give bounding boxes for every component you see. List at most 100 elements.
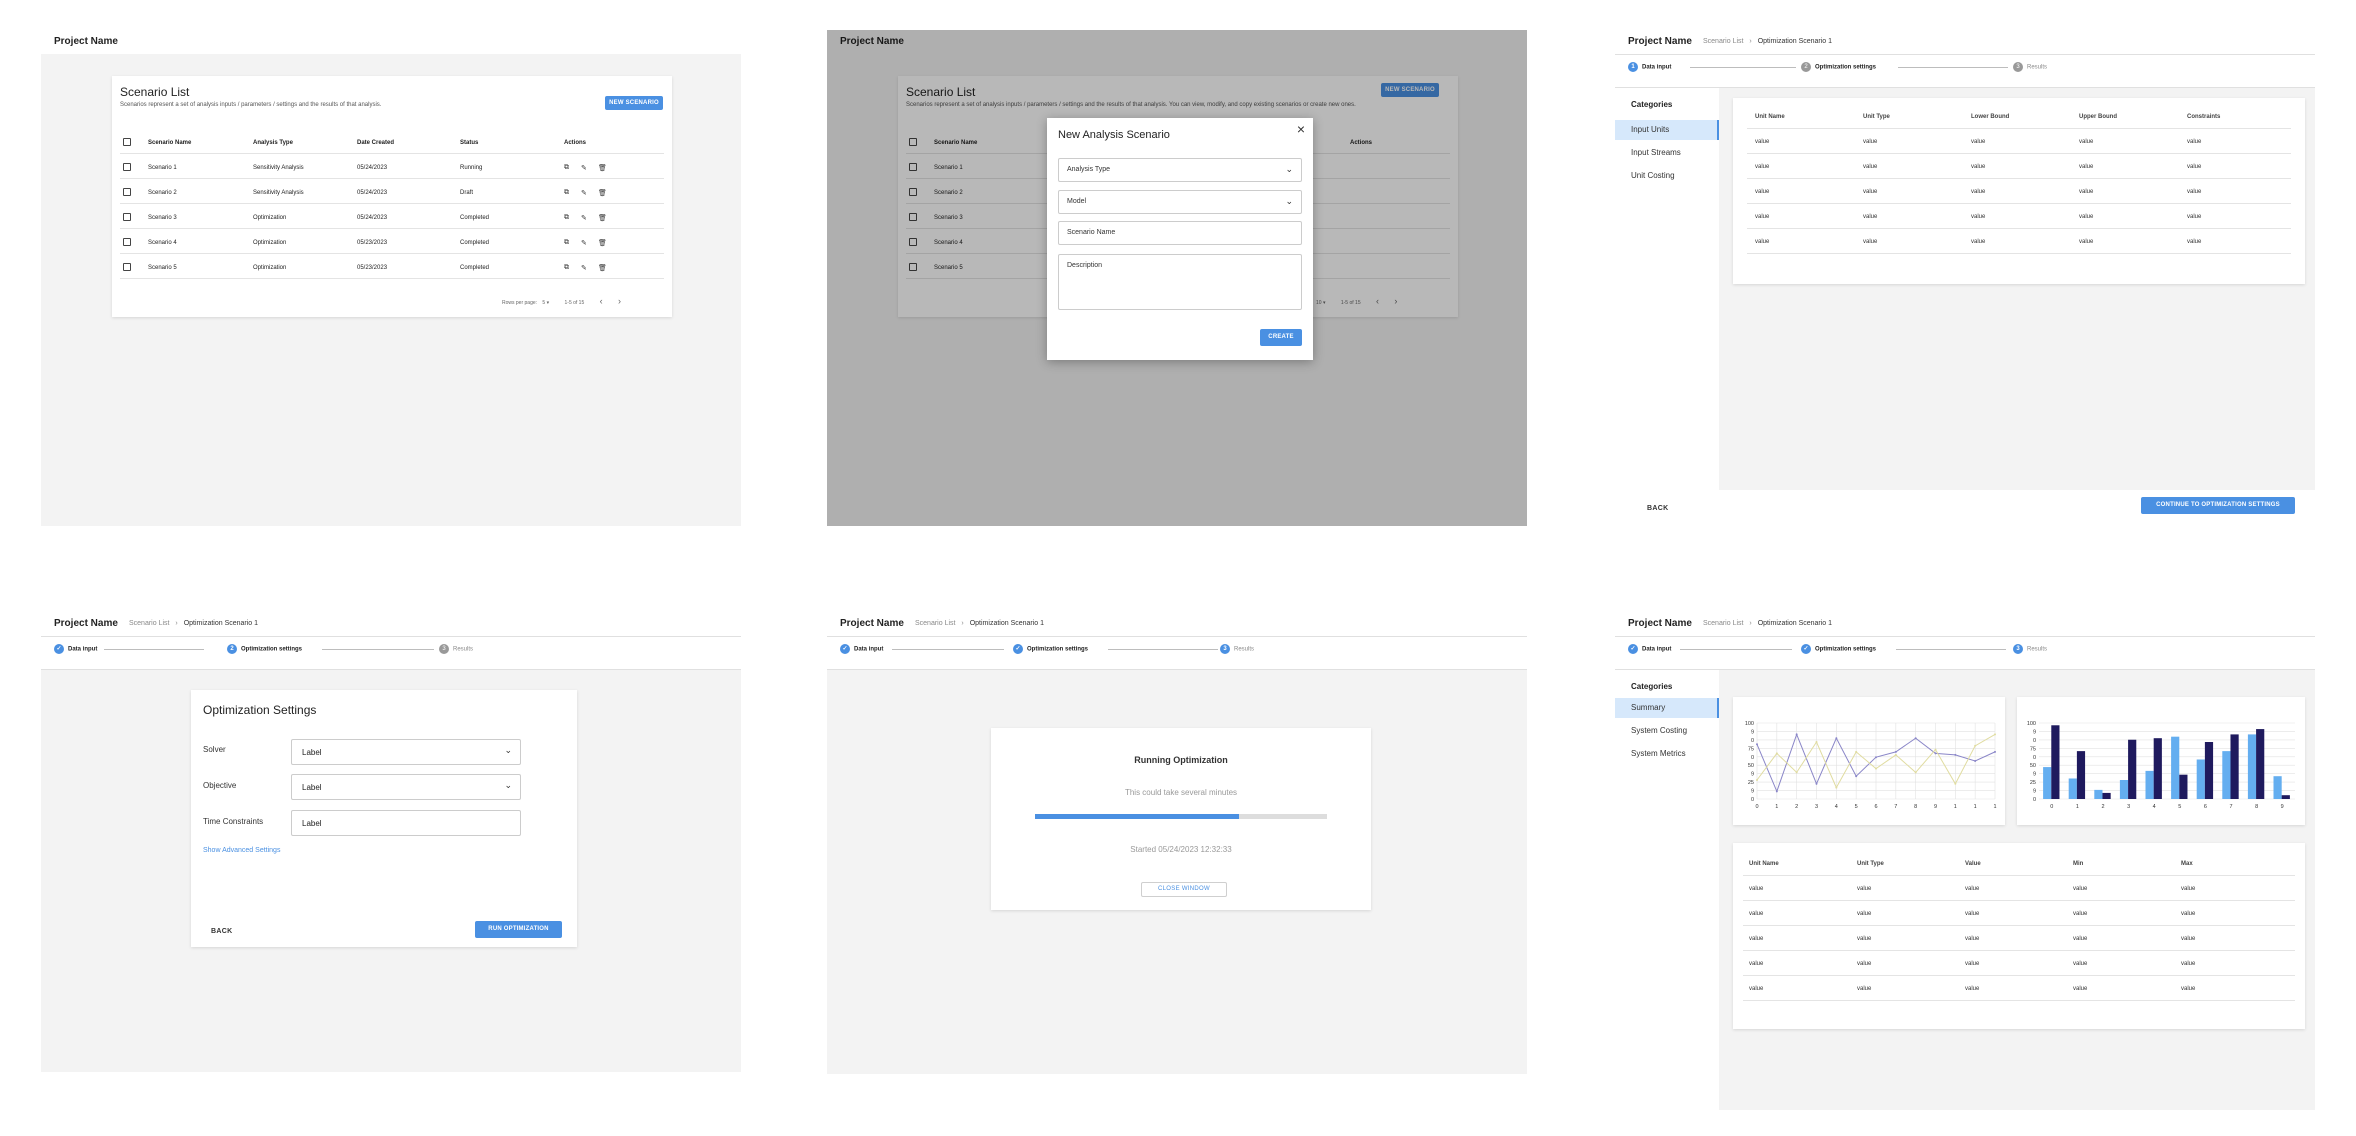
table-row[interactable]: value value value value value bbox=[1747, 129, 2291, 154]
table-cell[interactable]: value bbox=[1863, 214, 1877, 220]
show-advanced-settings-link[interactable]: Show Advanced Settings bbox=[203, 847, 280, 854]
step-data-input[interactable]: ✓ Data input bbox=[840, 644, 883, 654]
continue-button[interactable]: CONTINUE TO OPTIMIZATION SETTINGS bbox=[2141, 497, 2295, 514]
select-all-checkbox[interactable] bbox=[123, 138, 131, 146]
run-optimization-button[interactable]: RUN OPTIMIZATION bbox=[475, 921, 562, 938]
table-cell[interactable]: value bbox=[2187, 239, 2201, 245]
step-results[interactable]: 3 Results bbox=[2013, 62, 2047, 72]
create-button[interactable]: CREATE bbox=[1260, 329, 1302, 346]
category-system-metrics[interactable]: System Metrics bbox=[1615, 744, 1719, 764]
copy-icon[interactable]: ⧉ bbox=[564, 239, 569, 247]
table-cell[interactable]: value bbox=[2079, 239, 2093, 245]
table-cell[interactable]: value bbox=[2079, 139, 2093, 145]
copy-icon[interactable]: ⧉ bbox=[564, 264, 569, 272]
row-checkbox[interactable] bbox=[123, 188, 131, 196]
table-row[interactable]: value value value value value bbox=[1743, 901, 2295, 926]
solver-select[interactable]: Label ⌄ bbox=[291, 739, 521, 765]
table-cell[interactable]: value bbox=[1755, 164, 1769, 170]
step-data-input[interactable]: ✓ Data input bbox=[54, 644, 97, 654]
column-header[interactable]: Date Created bbox=[357, 140, 394, 146]
table-cell[interactable]: value bbox=[2187, 139, 2201, 145]
step-optimization-settings[interactable]: 2 Optimization settings bbox=[227, 644, 302, 654]
table-cell[interactable]: value bbox=[2187, 214, 2201, 220]
prev-page-icon[interactable]: ‹ bbox=[600, 296, 603, 306]
row-checkbox[interactable] bbox=[123, 163, 131, 171]
table-cell[interactable]: value bbox=[1971, 239, 1985, 245]
table-cell[interactable]: value bbox=[2079, 164, 2093, 170]
table-cell[interactable]: value bbox=[1863, 189, 1877, 195]
category-unit-costing[interactable]: Unit Costing bbox=[1615, 166, 1719, 186]
column-header[interactable]: Status bbox=[460, 140, 478, 146]
table-cell[interactable]: value bbox=[1971, 164, 1985, 170]
time-constraints-input[interactable]: Label bbox=[291, 810, 521, 836]
category-input-units[interactable]: Input Units bbox=[1615, 120, 1719, 140]
table-row[interactable]: value value value value value bbox=[1743, 951, 2295, 976]
step-optimization-settings[interactable]: ✓ Optimization settings bbox=[1013, 644, 1088, 654]
row-checkbox[interactable] bbox=[123, 263, 131, 271]
edit-icon[interactable]: ✎ bbox=[581, 189, 587, 197]
analysis-type-select[interactable]: Analysis Type ⌄ bbox=[1058, 158, 1302, 182]
table-cell[interactable]: value bbox=[2187, 189, 2201, 195]
breadcrumb-root[interactable]: Scenario List bbox=[1703, 38, 1743, 45]
table-cell[interactable]: value bbox=[1863, 239, 1877, 245]
table-row[interactable]: value value value value value bbox=[1747, 204, 2291, 229]
table-row[interactable]: Scenario 2 Sensitivity Analysis 05/24/20… bbox=[120, 180, 664, 204]
new-scenario-button[interactable]: NEW SCENARIO bbox=[605, 96, 663, 110]
table-cell[interactable]: value bbox=[1755, 239, 1769, 245]
table-row[interactable]: value value value value value bbox=[1747, 179, 2291, 204]
table-cell[interactable]: value bbox=[1755, 189, 1769, 195]
scenario-name-input[interactable]: Scenario Name bbox=[1058, 221, 1302, 245]
table-row[interactable]: value value value value value bbox=[1743, 976, 2295, 1001]
delete-icon[interactable]: 🗑 bbox=[598, 164, 607, 172]
model-select[interactable]: Model ⌄ bbox=[1058, 190, 1302, 214]
table-row[interactable]: value value value value value bbox=[1743, 876, 2295, 901]
table-row[interactable]: Scenario 1 Sensitivity Analysis 05/24/20… bbox=[120, 155, 664, 179]
close-icon[interactable]: × bbox=[1297, 121, 1305, 137]
column-header[interactable]: Scenario Name bbox=[148, 140, 191, 146]
category-summary[interactable]: Summary bbox=[1615, 698, 1719, 718]
back-button[interactable]: BACK bbox=[1647, 505, 1668, 512]
step-optimization-settings[interactable]: 2 Optimization settings bbox=[1801, 62, 1876, 72]
table-cell[interactable]: value bbox=[1971, 214, 1985, 220]
row-checkbox[interactable] bbox=[123, 238, 131, 246]
delete-icon[interactable]: 🗑 bbox=[598, 239, 607, 247]
table-row[interactable]: value value value value value bbox=[1747, 154, 2291, 179]
table-cell[interactable]: value bbox=[1863, 164, 1877, 170]
step-results[interactable]: 3 Results bbox=[1220, 644, 1254, 654]
step-data-input[interactable]: 1 Data input bbox=[1628, 62, 1671, 72]
table-cell[interactable]: value bbox=[1755, 214, 1769, 220]
objective-select[interactable]: Label ⌄ bbox=[291, 774, 521, 800]
chevron-down-icon[interactable]: ▾ bbox=[547, 300, 550, 306]
back-button[interactable]: BACK bbox=[211, 928, 232, 935]
table-row[interactable]: Scenario 3 Optimization 05/24/2023 Compl… bbox=[120, 205, 664, 229]
close-window-button[interactable]: CLOSE WINDOW bbox=[1141, 882, 1227, 897]
edit-icon[interactable]: ✎ bbox=[581, 239, 587, 247]
table-row[interactable]: value value value value value bbox=[1743, 926, 2295, 951]
copy-icon[interactable]: ⧉ bbox=[564, 189, 569, 197]
delete-icon[interactable]: 🗑 bbox=[598, 214, 607, 222]
table-cell[interactable]: value bbox=[2079, 214, 2093, 220]
category-input-streams[interactable]: Input Streams bbox=[1615, 143, 1719, 163]
table-cell[interactable]: value bbox=[2079, 189, 2093, 195]
row-checkbox[interactable] bbox=[123, 213, 131, 221]
edit-icon[interactable]: ✎ bbox=[581, 214, 587, 222]
rows-per-page-select[interactable]: 5 bbox=[542, 300, 545, 306]
step-data-input[interactable]: ✓ Data input bbox=[1628, 644, 1671, 654]
delete-icon[interactable]: 🗑 bbox=[598, 264, 607, 272]
step-optimization-settings[interactable]: ✓ Optimization settings bbox=[1801, 644, 1876, 654]
breadcrumb-root[interactable]: Scenario List bbox=[915, 620, 955, 627]
table-cell[interactable]: value bbox=[1755, 139, 1769, 145]
table-cell[interactable]: value bbox=[1971, 139, 1985, 145]
table-row[interactable]: value value value value value bbox=[1747, 229, 2291, 254]
copy-icon[interactable]: ⧉ bbox=[564, 214, 569, 222]
step-results[interactable]: 3 Results bbox=[439, 644, 473, 654]
table-row[interactable]: Scenario 4 Optimization 05/23/2023 Compl… bbox=[120, 230, 664, 254]
table-cell[interactable]: value bbox=[1863, 139, 1877, 145]
table-cell[interactable]: value bbox=[1971, 189, 1985, 195]
edit-icon[interactable]: ✎ bbox=[581, 264, 587, 272]
delete-icon[interactable]: 🗑 bbox=[598, 189, 607, 197]
next-page-icon[interactable]: › bbox=[618, 296, 621, 306]
table-row[interactable]: Scenario 5 Optimization 05/23/2023 Compl… bbox=[120, 255, 664, 279]
edit-icon[interactable]: ✎ bbox=[581, 164, 587, 172]
copy-icon[interactable]: ⧉ bbox=[564, 164, 569, 172]
